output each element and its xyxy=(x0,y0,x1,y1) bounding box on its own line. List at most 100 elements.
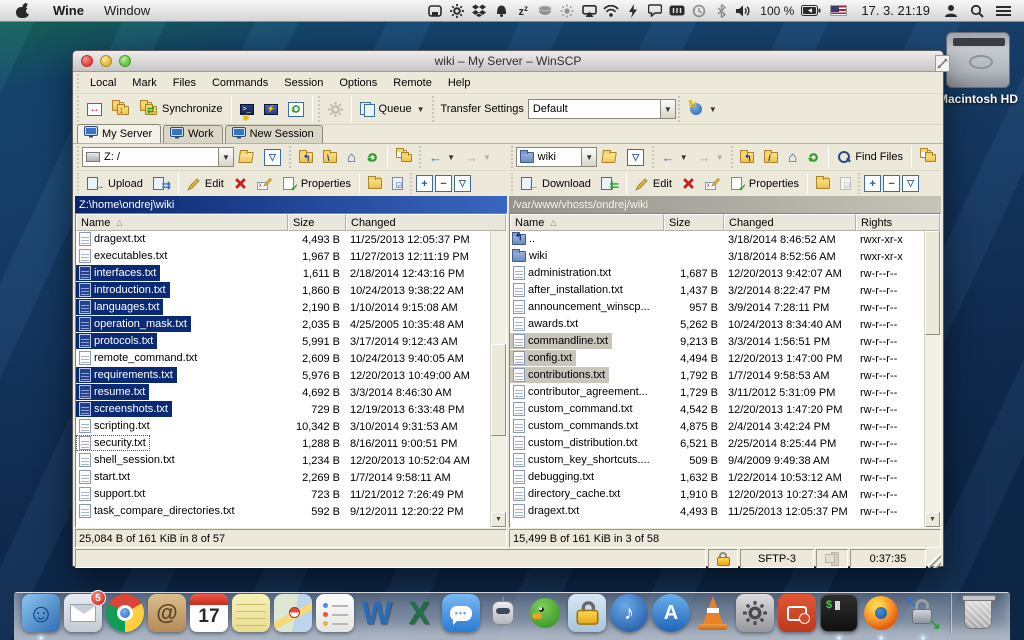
file-row[interactable]: debugging.txt1,632 B1/22/2014 10:53:12 A… xyxy=(510,469,924,486)
dock-mail[interactable]: 5 xyxy=(62,591,104,635)
file-row[interactable]: dragext.txt4,493 B11/25/2013 12:05:37 PM xyxy=(76,231,490,248)
download-button[interactable]: ←Download xyxy=(516,174,596,194)
zz-icon[interactable]: zz xyxy=(512,0,534,22)
local-scrollbar[interactable]: ▲ ▼ xyxy=(490,214,506,527)
local-selection-filter-button[interactable]: ▽ xyxy=(454,175,471,192)
dropbox-icon[interactable] xyxy=(468,0,490,22)
remote-parent-directory-button[interactable]: ↰ xyxy=(735,149,759,166)
menu-commands[interactable]: Commands xyxy=(204,74,276,92)
encryption-lock-cell[interactable] xyxy=(708,549,738,568)
local-unselect-button[interactable]: − xyxy=(435,175,452,192)
file-row[interactable]: support.txt723 B11/21/2012 7:26:49 PM xyxy=(76,486,490,503)
menu-options[interactable]: Options xyxy=(331,74,385,92)
dock-sysprefs[interactable] xyxy=(734,591,776,635)
tab-new-session[interactable]: ✱New Session xyxy=(225,125,323,143)
dock-word[interactable]: W xyxy=(356,591,398,635)
local-filter-button[interactable]: ▽ xyxy=(258,146,287,169)
column-header-changed[interactable]: Changed xyxy=(346,214,506,231)
file-row[interactable]: remote_command.txt2,609 B10/24/2013 9:40… xyxy=(76,350,490,367)
dock-remote-desktop[interactable] xyxy=(776,591,818,635)
find-files-button[interactable]: Find Files xyxy=(832,147,908,167)
swap-panels-button[interactable]: ↔ xyxy=(82,100,107,119)
local-drive-combo[interactable]: Z: / ▼ xyxy=(82,147,234,167)
menubar-app-menu[interactable]: Wine xyxy=(43,0,94,22)
flash-icon[interactable] xyxy=(622,0,644,22)
file-row[interactable]: task_compare_directories.txt592 B9/12/20… xyxy=(76,503,490,520)
file-row[interactable]: interfaces.txt1,611 B2/18/2014 12:43:16 … xyxy=(76,265,490,282)
file-row[interactable]: custom_key_shortcuts....509 B9/4/2009 9:… xyxy=(510,452,924,469)
dock-automator[interactable] xyxy=(482,591,524,635)
remote-new-folder-button[interactable]: * xyxy=(811,175,835,192)
local-edit-button[interactable]: Edit xyxy=(182,174,229,194)
file-row[interactable]: languages.txt2,190 B1/10/2014 9:15:08 AM xyxy=(76,299,490,316)
toolbar-grip2[interactable] xyxy=(317,96,322,122)
local-new-folder-button[interactable]: * xyxy=(363,175,387,192)
file-row[interactable]: directory_cache.txt1,910 B12/20/2013 10:… xyxy=(510,486,924,503)
menu-local[interactable]: Local xyxy=(82,74,124,92)
remote-delete-button[interactable] xyxy=(677,174,700,193)
remote-root-directory-button[interactable]: / xyxy=(759,149,783,166)
dock-vlc[interactable] xyxy=(692,591,734,635)
input-language-flag-icon[interactable] xyxy=(830,5,847,16)
dock-firefox[interactable] xyxy=(860,591,902,635)
tab-work[interactable]: Work xyxy=(163,125,222,143)
wifi-icon[interactable] xyxy=(600,0,622,22)
spotlight-search-icon[interactable] xyxy=(966,0,988,22)
file-row[interactable]: scripting.txt10,342 B3/10/2014 9:31:53 A… xyxy=(76,418,490,435)
local-forward-button[interactable]: →▼ xyxy=(460,148,496,167)
remote-select-button[interactable]: + xyxy=(864,175,881,192)
combo-dropdown-icon[interactable]: ▼ xyxy=(660,100,675,118)
local-home-directory-button[interactable]: ⌂ xyxy=(342,148,361,167)
file-row[interactable]: commandline.txt9,213 B3/3/2014 1:56:51 P… xyxy=(510,333,924,350)
dock-trash[interactable] xyxy=(957,591,999,635)
local-back-button[interactable]: ←▼ xyxy=(424,148,460,167)
remote-open-directory-button[interactable] xyxy=(597,149,621,166)
airplay-icon[interactable] xyxy=(578,0,600,22)
cup-icon[interactable] xyxy=(534,0,556,22)
gear-icon[interactable] xyxy=(446,0,468,22)
remote-rename-button[interactable]: x xyxy=(700,174,726,194)
file-row[interactable]: config.txt4,494 B12/20/2013 1:47:00 PMrw… xyxy=(510,350,924,367)
column-header-name[interactable]: Name△ xyxy=(510,214,664,231)
toolbar-grip3[interactable] xyxy=(431,96,436,122)
menu-session[interactable]: Session xyxy=(276,74,331,92)
resize-grip[interactable] xyxy=(928,549,941,568)
local-refresh-button[interactable] xyxy=(361,148,384,167)
dock-excel[interactable]: X xyxy=(398,591,440,635)
remote-go-to-button[interactable]: ◲ xyxy=(835,174,856,193)
remote-back-button[interactable]: ←▼ xyxy=(657,148,693,167)
upload-button[interactable]: →Upload xyxy=(82,174,148,194)
toolbar-grip4[interactable] xyxy=(677,96,682,122)
file-row[interactable]: contributor_agreement...1,729 B3/11/2012… xyxy=(510,384,924,401)
dock-contacts[interactable]: @ xyxy=(146,591,188,635)
file-row[interactable]: introduction.txt1,860 B10/24/2013 9:38:2… xyxy=(76,282,490,299)
apple-menu-icon[interactable] xyxy=(16,4,29,18)
file-row[interactable]: shell_session.txt1,234 B12/20/2013 10:52… xyxy=(76,452,490,469)
file-row[interactable]: after_installation.txt1,437 B3/2/2014 8:… xyxy=(510,282,924,299)
desktop-volume-macintosh-hd[interactable]: Macintosh HD xyxy=(938,32,1018,106)
scroll-down-icon[interactable]: ▼ xyxy=(925,512,940,527)
local-delete-button[interactable] xyxy=(229,174,252,193)
file-row[interactable]: administration.txt1,687 B12/20/2013 9:42… xyxy=(510,265,924,282)
toolbar-grip[interactable] xyxy=(76,96,81,122)
menubar-window-menu[interactable]: Window xyxy=(94,0,160,22)
local-copy-structure-button[interactable] xyxy=(391,147,417,167)
dock-notes[interactable] xyxy=(230,591,272,635)
battery-icon[interactable] xyxy=(800,0,822,22)
remote-refresh-button[interactable] xyxy=(802,148,825,167)
file-row[interactable]: resume.txt4,692 B3/3/2014 8:46:30 AM xyxy=(76,384,490,401)
menu-files[interactable]: Files xyxy=(165,74,204,92)
download-and-delete-button[interactable]: ⇇ xyxy=(596,174,623,194)
local-go-to-button[interactable]: ◲ xyxy=(387,174,408,193)
file-row[interactable]: operation_mask.txt2,035 B4/25/2005 10:35… xyxy=(76,316,490,333)
remote-unselect-button[interactable]: − xyxy=(883,175,900,192)
menu-mark[interactable]: Mark xyxy=(124,74,164,92)
remote-scroll-thumb[interactable] xyxy=(925,231,940,335)
file-row[interactable]: custom_command.txt4,542 B12/20/2013 1:47… xyxy=(510,401,924,418)
file-row[interactable]: announcement_winscp...957 B3/9/2014 7:28… xyxy=(510,299,924,316)
dock-winscp[interactable]: ↖↘ xyxy=(902,591,944,635)
menubar-grip[interactable] xyxy=(76,74,81,91)
file-row[interactable]: executables.txt1,967 B11/27/2013 12:11:1… xyxy=(76,248,490,265)
file-row[interactable]: start.txt2,269 B1/7/2014 9:58:11 AM xyxy=(76,469,490,486)
commands-button[interactable]: ⚡ xyxy=(259,101,283,118)
